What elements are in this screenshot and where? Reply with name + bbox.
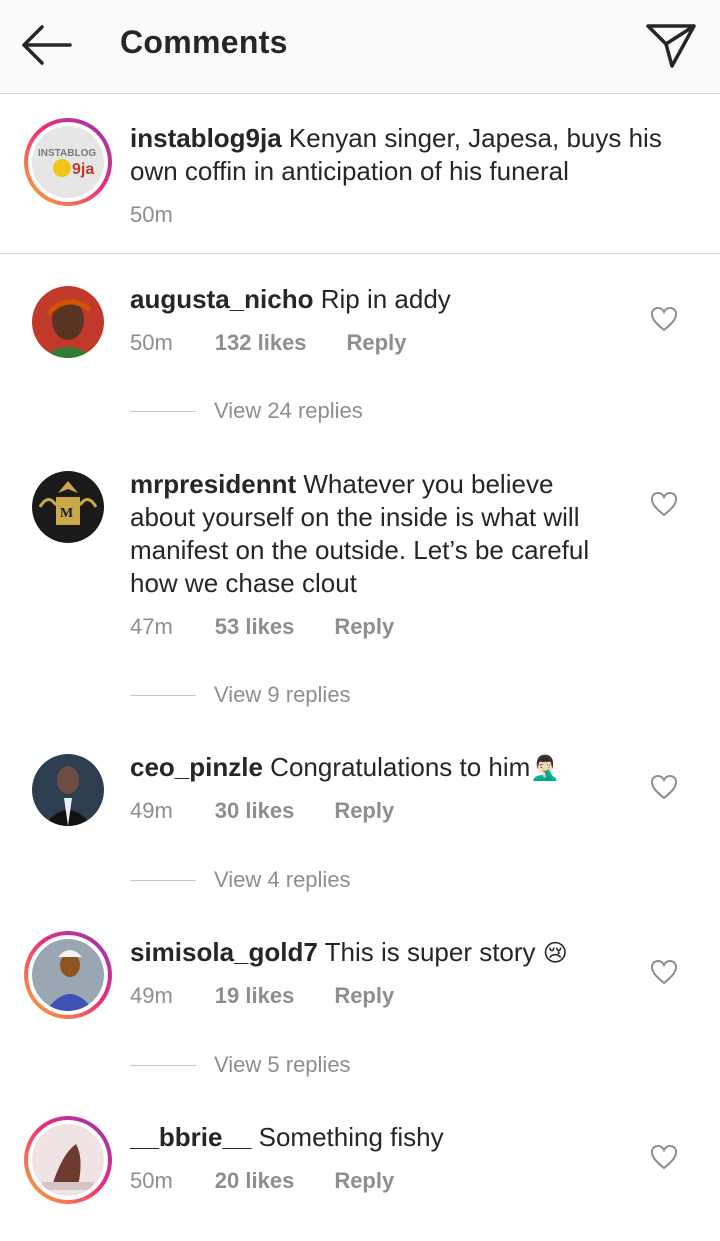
commenter-avatar[interactable]: [24, 931, 112, 1019]
comment-likes[interactable]: 19 likes: [215, 983, 295, 1009]
reply-button[interactable]: Reply: [334, 983, 394, 1009]
comment-meta: 50m 20 likes Reply: [130, 1168, 394, 1194]
heart-icon: [650, 1144, 678, 1170]
like-button[interactable]: [650, 1144, 678, 1170]
logo-text-top: INSTABLOG: [38, 148, 96, 159]
view-replies-button[interactable]: View 9 replies: [130, 682, 351, 708]
crying-face-emoji: 😢: [542, 940, 568, 967]
paper-plane-icon: [646, 24, 696, 68]
view-replies-label: View 9 replies: [214, 682, 351, 707]
divider-line: [130, 879, 196, 881]
comment-body: This is super story: [317, 937, 536, 967]
heart-icon: [650, 774, 678, 800]
profile-photo-icon: [32, 754, 104, 826]
comment-text: mrpresidennt Whatever you believe about …: [130, 468, 610, 600]
back-button[interactable]: [20, 22, 76, 68]
view-replies-label: View 4 replies: [214, 867, 351, 892]
comment-likes[interactable]: 20 likes: [215, 1168, 295, 1194]
commenter-avatar[interactable]: [24, 1116, 112, 1204]
reply-button[interactable]: Reply: [347, 330, 407, 356]
like-button[interactable]: [650, 491, 678, 517]
comment-time: 49m: [130, 983, 173, 1008]
view-replies-button[interactable]: View 4 replies: [130, 867, 351, 893]
comment-time: 50m: [130, 1168, 173, 1193]
comment-username[interactable]: simisola_gold7: [130, 937, 318, 967]
comment-meta: 47m 53 likes Reply: [130, 614, 394, 640]
caption-time: 50m: [130, 202, 173, 227]
caption-meta: 50m: [130, 202, 215, 228]
commenter-avatar[interactable]: [32, 754, 104, 826]
heart-icon: [650, 306, 678, 332]
comment-body: Congratulations to him: [262, 752, 531, 782]
page-title: Comments: [120, 24, 288, 60]
like-button[interactable]: [650, 306, 678, 332]
svg-text:M: M: [60, 506, 73, 521]
reply-button[interactable]: Reply: [334, 614, 394, 640]
commenter-avatar[interactable]: [32, 286, 104, 358]
facepalm-emoji: 🤦🏻‍♂️: [530, 755, 561, 782]
arrow-left-icon: [22, 25, 72, 65]
reply-button[interactable]: Reply: [334, 798, 394, 824]
instablog-logo-icon: INSTABLOG 9ja: [32, 126, 104, 198]
like-button[interactable]: [650, 774, 678, 800]
comment-likes[interactable]: 53 likes: [215, 614, 295, 640]
comment-time: 49m: [130, 798, 173, 823]
comment-username[interactable]: __bbrie__: [130, 1122, 251, 1152]
profile-photo-icon: [32, 1124, 104, 1196]
comment-text: ceo_pinzle Congratulations to him🤦🏻‍♂️: [130, 751, 630, 785]
post-caption: INSTABLOG 9ja instablog9ja Kenyan singer…: [0, 94, 720, 254]
header-bar: Comments: [0, 0, 720, 94]
comment-meta: 49m 19 likes Reply: [130, 983, 394, 1009]
profile-photo-icon: [32, 939, 104, 1011]
comment-username[interactable]: ceo_pinzle: [130, 752, 263, 782]
reply-button[interactable]: Reply: [334, 1168, 394, 1194]
heart-icon: [650, 959, 678, 985]
divider-line: [130, 410, 196, 412]
view-replies-button[interactable]: View 24 replies: [130, 398, 363, 424]
comment-body: Rip in addy: [313, 284, 451, 314]
caption-avatar[interactable]: INSTABLOG 9ja: [24, 118, 112, 206]
comment-text: augusta_nicho Rip in addy: [130, 283, 630, 316]
comment-time: 50m: [130, 330, 173, 355]
share-button[interactable]: [644, 20, 698, 70]
comment-time: 47m: [130, 614, 173, 639]
comment-text: __bbrie__ Something fishy: [130, 1121, 630, 1154]
comment-meta: 50m 132 likes Reply: [130, 330, 406, 356]
comment-likes[interactable]: 30 likes: [215, 798, 295, 824]
view-replies-label: View 24 replies: [214, 398, 363, 423]
crest-logo-icon: M: [32, 471, 104, 543]
comment-username[interactable]: mrpresidennt: [130, 469, 296, 499]
comment-text: simisola_gold7 This is super story 😢: [130, 936, 630, 970]
like-button[interactable]: [650, 959, 678, 985]
logo-text-bottom: 9ja: [72, 161, 94, 178]
caption-username[interactable]: instablog9ja: [130, 123, 282, 153]
comment-username[interactable]: augusta_nicho: [130, 284, 313, 314]
view-replies-label: View 5 replies: [214, 1052, 351, 1077]
comment-likes[interactable]: 132 likes: [215, 330, 307, 356]
view-replies-button[interactable]: View 5 replies: [130, 1052, 351, 1078]
heart-icon: [650, 491, 678, 517]
divider-line: [130, 1064, 196, 1066]
commenter-avatar[interactable]: M: [32, 471, 104, 543]
profile-photo-icon: [32, 286, 104, 358]
comment-meta: 49m 30 likes Reply: [130, 798, 394, 824]
divider-line: [130, 694, 196, 696]
caption-text: instablog9ja Kenyan singer, Japesa, buys…: [130, 122, 670, 188]
comment-body: Something fishy: [251, 1122, 444, 1152]
